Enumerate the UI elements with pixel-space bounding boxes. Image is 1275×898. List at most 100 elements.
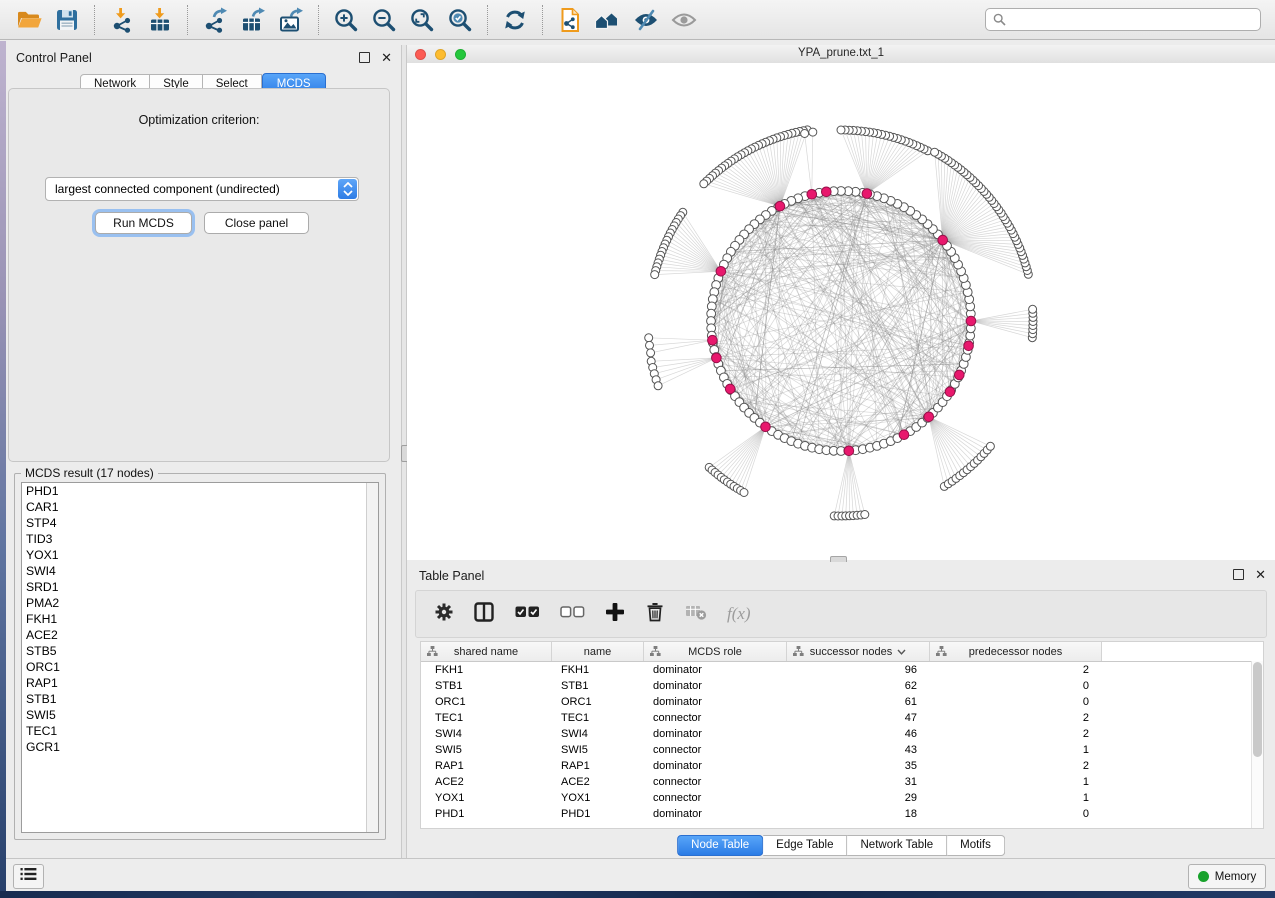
deselect-all-button[interactable] (560, 602, 585, 627)
cell-successor-nodes[interactable]: 35 (787, 760, 930, 772)
mcds-result-item[interactable]: SWI5 (22, 707, 378, 723)
new-network-button[interactable] (551, 3, 589, 37)
table-row[interactable]: YOX1YOX1connector291 (421, 790, 1263, 806)
table-settings-button[interactable] (434, 602, 454, 627)
column-header-predecessor-nodes[interactable]: predecessor nodes (930, 642, 1102, 661)
cell-name[interactable]: ACE2 (552, 776, 644, 788)
graph-node[interactable] (931, 148, 939, 156)
network-canvas[interactable] (407, 63, 1275, 560)
cell-name[interactable]: TEC1 (552, 712, 644, 724)
tab-network-table[interactable]: Network Table (848, 835, 948, 856)
cell-predecessor-nodes[interactable]: 2 (930, 664, 1102, 676)
graph-node[interactable] (837, 126, 845, 134)
graph-node[interactable] (651, 271, 659, 279)
hide-selected-button[interactable] (627, 3, 665, 37)
table-row[interactable]: RAP1RAP1dominator352 (421, 758, 1263, 774)
mcds-result-item[interactable]: GCR1 (22, 739, 378, 755)
graph-node[interactable] (1029, 305, 1037, 313)
graph-node[interactable] (861, 511, 869, 519)
close-panel-button[interactable]: Close panel (204, 212, 309, 234)
cell-shared-name[interactable]: ACE2 (421, 776, 552, 788)
import-network-button[interactable] (103, 3, 141, 37)
column-header-mcds-role[interactable]: MCDS role (644, 642, 787, 661)
cell-predecessor-nodes[interactable]: 2 (930, 728, 1102, 740)
search-input[interactable] (985, 8, 1261, 31)
graph-mcds-node[interactable] (708, 335, 718, 345)
cell-successor-nodes[interactable]: 43 (787, 744, 930, 756)
cell-shared-name[interactable]: SWI4 (421, 728, 552, 740)
cell-predecessor-nodes[interactable]: 1 (930, 776, 1102, 788)
close-panel-icon[interactable]: ✕ (381, 53, 392, 63)
graph-mcds-node[interactable] (822, 187, 832, 197)
cell-successor-nodes[interactable]: 29 (787, 792, 930, 804)
mcds-list-scrollbar[interactable] (366, 483, 378, 832)
graph-mcds-node[interactable] (807, 190, 817, 200)
cell-successor-nodes[interactable]: 46 (787, 728, 930, 740)
graph-mcds-node[interactable] (964, 341, 974, 351)
graph-mcds-node[interactable] (938, 235, 948, 245)
cell-successor-nodes[interactable]: 62 (787, 680, 930, 692)
optimization-criterion-select[interactable]: largest connected component (undirected) (45, 177, 359, 201)
table-row[interactable]: ORC1ORC1dominator610 (421, 694, 1263, 710)
mcds-result-item[interactable]: SWI4 (22, 563, 378, 579)
graph-node[interactable] (809, 128, 817, 136)
delete-column-button[interactable] (645, 602, 665, 627)
mcds-result-item[interactable]: STB5 (22, 643, 378, 659)
zoom-selected-button[interactable] (441, 3, 479, 37)
select-all-button[interactable] (515, 602, 540, 627)
cell-mcds-role[interactable]: connector (644, 792, 787, 804)
cell-shared-name[interactable]: YOX1 (421, 792, 552, 804)
cell-mcds-role[interactable]: dominator (644, 664, 787, 676)
task-history-button[interactable] (13, 864, 44, 889)
cell-name[interactable]: SWI4 (552, 728, 644, 740)
cell-predecessor-nodes[interactable]: 2 (930, 760, 1102, 772)
import-table-button[interactable] (141, 3, 179, 37)
cell-name[interactable]: ORC1 (552, 696, 644, 708)
cell-shared-name[interactable]: RAP1 (421, 760, 552, 772)
graph-node[interactable] (700, 180, 708, 188)
cell-mcds-role[interactable]: dominator (644, 808, 787, 820)
cell-mcds-role[interactable]: connector (644, 744, 787, 756)
column-header-name[interactable]: name (552, 642, 644, 661)
cell-predecessor-nodes[interactable]: 1 (930, 792, 1102, 804)
mcds-result-item[interactable]: PMA2 (22, 595, 378, 611)
run-mcds-button[interactable]: Run MCDS (95, 212, 192, 234)
cell-name[interactable]: PHD1 (552, 808, 644, 820)
cell-mcds-role[interactable]: connector (644, 776, 787, 788)
float-panel-icon[interactable] (359, 52, 370, 63)
create-column-button[interactable] (605, 602, 625, 627)
network-window-titlebar[interactable]: YPA_prune.txt_1 (407, 45, 1275, 64)
mcds-result-item[interactable]: SRD1 (22, 579, 378, 595)
cell-shared-name[interactable]: ORC1 (421, 696, 552, 708)
save-session-button[interactable] (48, 3, 86, 37)
cell-successor-nodes[interactable]: 47 (787, 712, 930, 724)
cell-predecessor-nodes[interactable]: 0 (930, 680, 1102, 692)
graph-mcds-node[interactable] (966, 316, 976, 326)
graph-node[interactable] (646, 341, 654, 349)
graph-mcds-node[interactable] (725, 384, 735, 394)
export-network-button[interactable] (196, 3, 234, 37)
zoom-in-button[interactable] (327, 3, 365, 37)
tab-node-table[interactable]: Node Table (677, 835, 763, 856)
graph-mcds-node[interactable] (716, 267, 726, 277)
mcds-result-item[interactable]: CAR1 (22, 499, 378, 515)
cell-name[interactable]: SWI5 (552, 744, 644, 756)
cell-shared-name[interactable]: SWI5 (421, 744, 552, 756)
graph-node[interactable] (740, 489, 748, 497)
table-row[interactable]: SWI4SWI4dominator462 (421, 726, 1263, 742)
mcds-result-item[interactable]: YOX1 (22, 547, 378, 563)
apply-layout-button[interactable] (496, 3, 534, 37)
function-builder-button[interactable]: f(x) (727, 604, 751, 624)
zoom-fit-button[interactable] (403, 3, 441, 37)
graph-node[interactable] (986, 442, 994, 450)
graph-node[interactable] (801, 130, 809, 138)
table-row[interactable]: TEC1TEC1connector472 (421, 710, 1263, 726)
cell-mcds-role[interactable]: dominator (644, 728, 787, 740)
export-image-button[interactable] (272, 3, 310, 37)
float-panel-icon[interactable] (1233, 569, 1244, 580)
graph-mcds-node[interactable] (862, 189, 872, 199)
first-neighbors-button[interactable] (589, 3, 627, 37)
graph-node[interactable] (647, 349, 655, 357)
cell-mcds-role[interactable]: connector (644, 712, 787, 724)
cell-name[interactable]: FKH1 (552, 664, 644, 676)
